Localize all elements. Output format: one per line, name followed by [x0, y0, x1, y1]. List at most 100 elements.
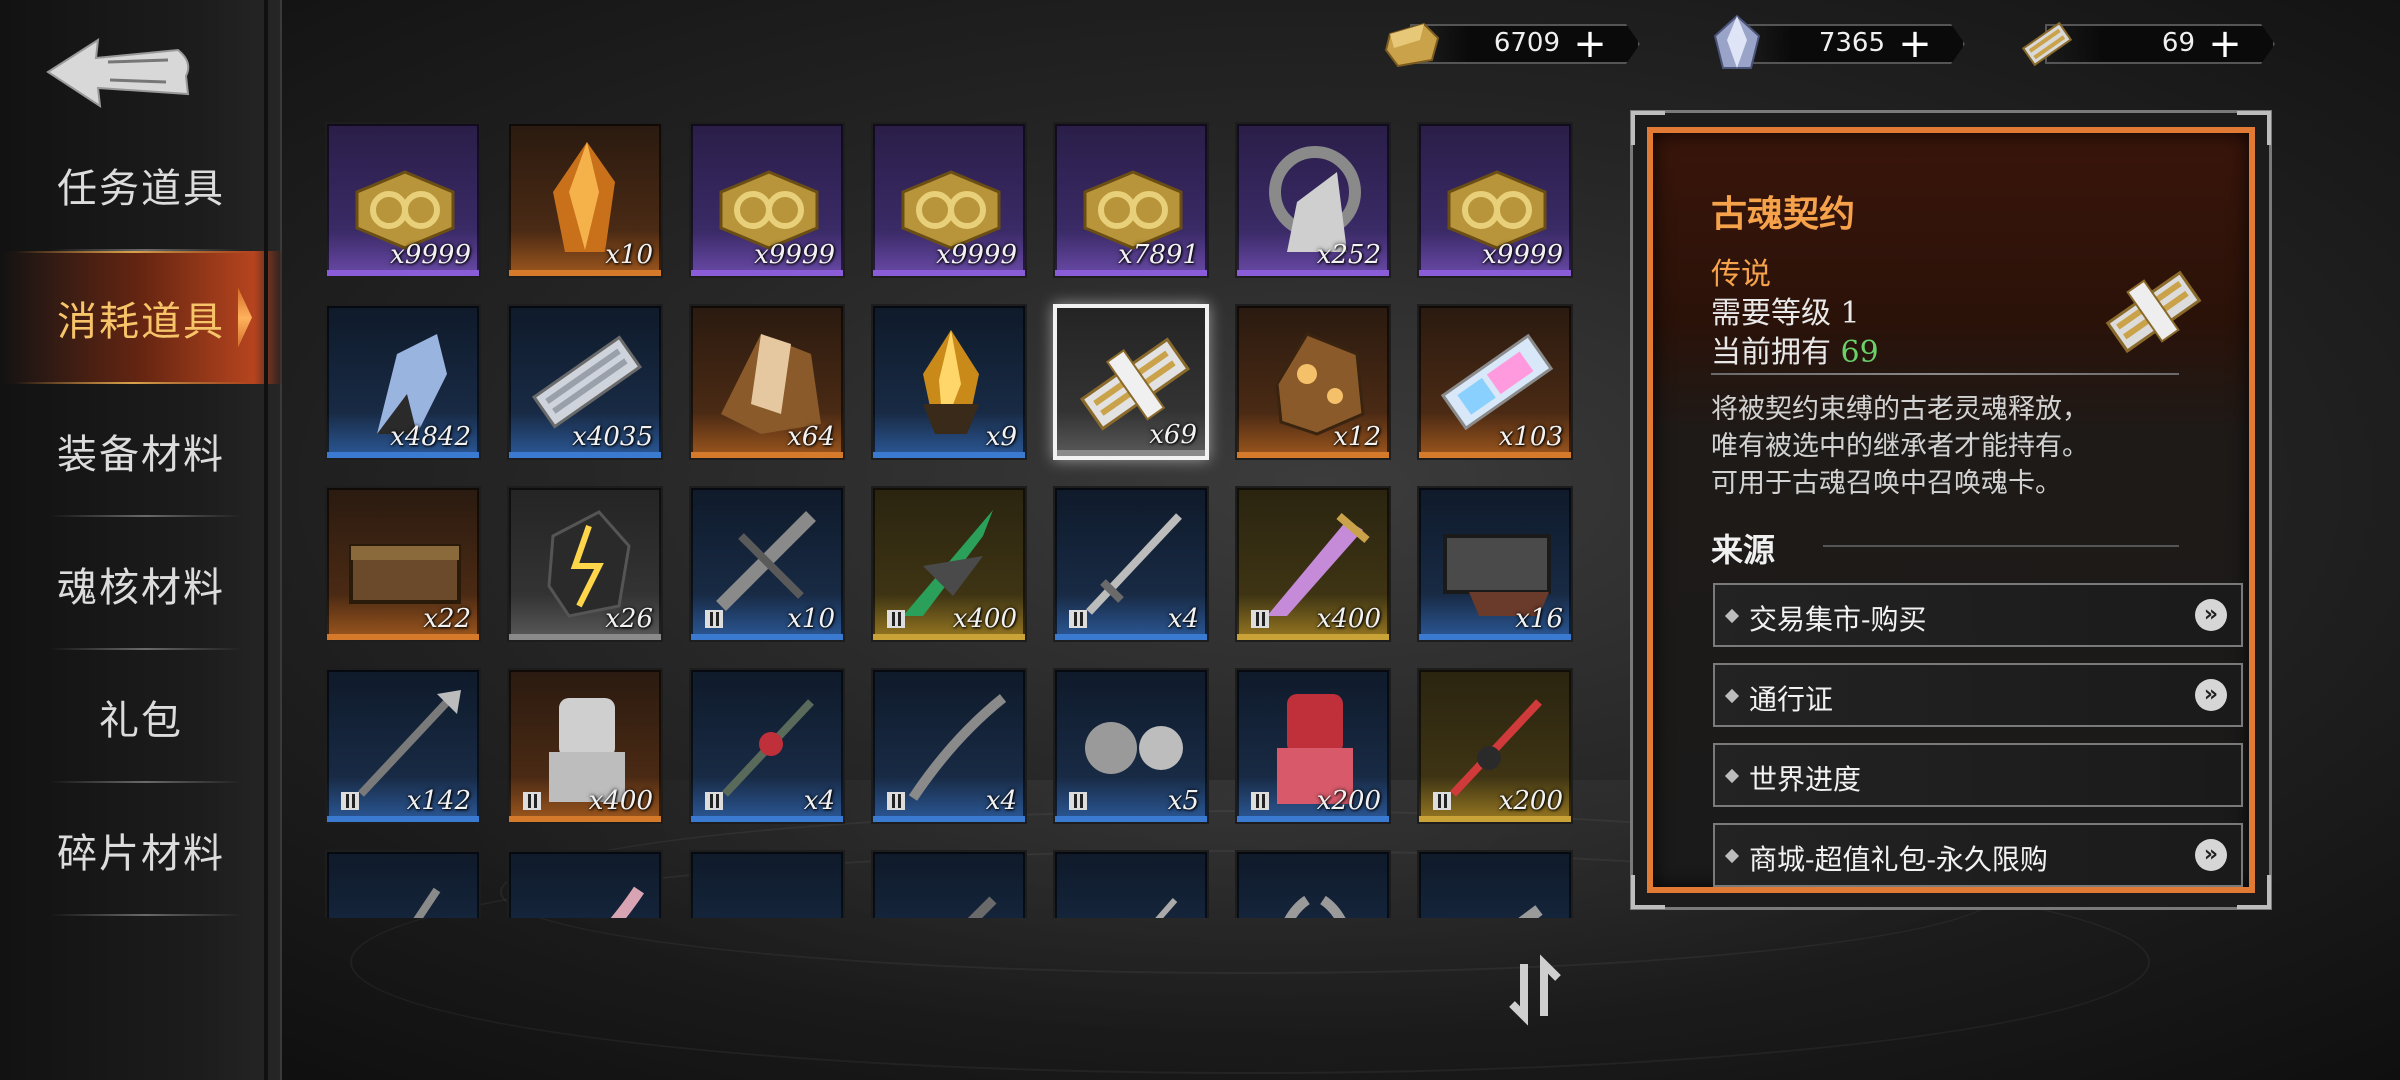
category-nav: 任务道具 消耗道具 装备材料 魂核材料 礼包 碎片材料 — [0, 118, 282, 916]
source-item-shop-pack[interactable]: 商城-超值礼包-永久限购 » — [1713, 823, 2243, 887]
sidebar-item-consumables[interactable]: 消耗道具 — [0, 251, 282, 384]
inventory-slot[interactable]: x26 — [507, 486, 663, 642]
back-arrow-icon[interactable] — [38, 32, 198, 112]
source-item-market[interactable]: 交易集市-购买 » — [1713, 583, 2243, 647]
double-chevron-right-icon[interactable]: » — [2195, 599, 2227, 631]
item-count: x22 — [423, 604, 471, 634]
inventory-slot[interactable]: x9999 — [1417, 122, 1573, 278]
inventory-slot[interactable]: x4 — [689, 668, 845, 824]
diamond-bullet-icon — [1724, 848, 1740, 864]
sidebar-item-label: 消耗道具 — [57, 298, 225, 345]
inventory-slot[interactable]: x400 — [507, 668, 663, 824]
source-heading: 来源 — [1711, 531, 1776, 569]
inventory-slot[interactable] — [1417, 850, 1573, 918]
inventory-slot[interactable]: x200 — [1235, 668, 1391, 824]
inventory-slot[interactable] — [325, 850, 481, 918]
bound-tag-icon — [1251, 792, 1269, 810]
bound-tag-icon — [705, 610, 723, 628]
inventory-slot[interactable]: x5 — [1053, 668, 1209, 824]
level-value: 1 — [1840, 296, 1860, 331]
soul-contract-icon — [2021, 21, 2073, 67]
inventory-slot[interactable]: x252 — [1235, 122, 1391, 278]
bound-tag-icon — [341, 792, 359, 810]
sort-toggle-icon[interactable] — [1498, 950, 1578, 1030]
double-chevron-right-icon[interactable]: » — [2195, 679, 2227, 711]
item-count: x69 — [1149, 420, 1197, 450]
item-count: x9999 — [1482, 240, 1563, 270]
gold-crown-icon — [701, 860, 837, 918]
item-description: 将被契约束缚的古老灵魂释放， 唯有被选中的继承者才能持有。 可用于古魂召唤中召唤… — [1711, 391, 2211, 502]
inventory-slot[interactable] — [871, 850, 1027, 918]
inventory-slot[interactable]: x9999 — [689, 122, 845, 278]
sidebar-item-soulcore-materials[interactable]: 魂核材料 — [0, 517, 282, 650]
soul-contract-icon — [2105, 270, 2202, 354]
inventory-slot[interactable]: x7891 — [1053, 122, 1209, 278]
inventory-slot[interactable]: x9 — [871, 304, 1027, 460]
inventory-grid-viewport[interactable]: x9999 x10 x9999 x9999 x7891 x252 x9999 x4842 x40… — [325, 122, 1585, 918]
inventory-slot[interactable]: x400 — [871, 486, 1027, 642]
bound-tag-icon — [1251, 610, 1269, 628]
inventory-slot[interactable] — [1235, 850, 1391, 918]
inventory-slot[interactable]: x64 — [689, 304, 845, 460]
inventory-slot[interactable]: x10 — [689, 486, 845, 642]
item-count: x7891 — [1118, 240, 1199, 270]
item-detail-card: 古魂契约 传说 需要等级 1 当前拥有 69 将被契约束缚的古老灵魂释放， 唯有… — [1647, 127, 2255, 893]
inventory-slot[interactable]: x10 — [507, 122, 663, 278]
double-chevron-right-icon[interactable]: » — [2195, 839, 2227, 871]
add-gold-button[interactable]: + — [1570, 22, 1610, 66]
inventory-slot[interactable]: x12 — [1235, 304, 1391, 460]
sidebar-item-fragment-materials[interactable]: 碎片材料 — [0, 783, 282, 916]
diamond-bullet-icon — [1724, 608, 1740, 624]
dagger-icon — [1155, 898, 1178, 918]
inventory-slot[interactable]: x4035 — [507, 304, 663, 460]
sidebar-item-label: 魂核材料 — [57, 564, 225, 611]
item-count: x142 — [406, 786, 471, 816]
item-level-requirement: 需要等级 1 — [1711, 288, 1860, 332]
source-label: 通行证 — [1749, 683, 1834, 716]
inventory-slot[interactable]: x103 — [1417, 304, 1573, 460]
currency-value: 6709 — [1493, 28, 1560, 58]
inventory-slot[interactable]: x142 — [325, 668, 481, 824]
item-count: x5 — [1167, 786, 1199, 816]
add-crystal-button[interactable]: + — [1895, 22, 1935, 66]
item-title: 古魂契约 — [1711, 193, 1856, 235]
inventory-slot[interactable]: x200 — [1417, 668, 1573, 824]
inventory-slot[interactable]: x4 — [871, 668, 1027, 824]
own-label: 当前拥有 — [1711, 335, 1831, 370]
item-count: x252 — [1316, 240, 1381, 270]
claw-icon — [610, 886, 644, 918]
inventory-slot[interactable] — [1053, 850, 1209, 918]
sidebar-item-quest-items[interactable]: 任务道具 — [0, 118, 282, 251]
inventory-slot[interactable]: x22 — [325, 486, 481, 642]
inventory-slot[interactable]: x400 — [1235, 486, 1391, 642]
item-count: x10 — [605, 240, 653, 270]
add-soul-contract-button[interactable]: + — [2205, 22, 2245, 66]
inventory-slot[interactable]: x9999 — [325, 122, 481, 278]
sidebar-item-gift-packs[interactable]: 礼包 — [0, 650, 282, 783]
description-line: 唯有被选中的继承者才能持有。 — [1711, 431, 2089, 462]
source-item-battle-pass[interactable]: 通行证 » — [1713, 663, 2243, 727]
inventory-slot[interactable] — [689, 850, 845, 918]
active-indicator-icon — [238, 287, 252, 348]
inventory-slot[interactable] — [507, 850, 663, 918]
sidebar-item-equipment-materials[interactable]: 装备材料 — [0, 384, 282, 517]
item-owned-count: 当前拥有 69 — [1711, 327, 1879, 371]
sidebar: 任务道具 消耗道具 装备材料 魂核材料 礼包 碎片材料 — [0, 0, 282, 1080]
inventory-slot[interactable]: x4842 — [325, 304, 481, 460]
item-count: x10 — [787, 604, 835, 634]
item-count: x103 — [1498, 422, 1563, 452]
detail-divider — [1711, 373, 2179, 375]
source-list: 交易集市-购买 » 通行证 » 世界进度 商城-超值礼包-永久限购 » — [1713, 583, 2243, 903]
axe-icon — [413, 887, 441, 918]
item-detail-panel: 古魂契约 传说 需要等级 1 当前拥有 69 将被契约束缚的古老灵魂释放， 唯有… — [1630, 110, 2272, 910]
inventory-slot[interactable]: x69 — [1053, 304, 1209, 460]
item-count: x64 — [787, 422, 835, 452]
inventory-slot[interactable]: x4 — [1053, 486, 1209, 642]
gold-ingot-icon — [1384, 22, 1440, 68]
inventory-slot[interactable]: x9999 — [871, 122, 1027, 278]
inventory-slot[interactable]: x16 — [1417, 486, 1573, 642]
source-divider — [1823, 545, 2179, 547]
bound-tag-icon — [1433, 792, 1451, 810]
item-count: x9999 — [390, 240, 471, 270]
item-count: x16 — [1515, 604, 1563, 634]
